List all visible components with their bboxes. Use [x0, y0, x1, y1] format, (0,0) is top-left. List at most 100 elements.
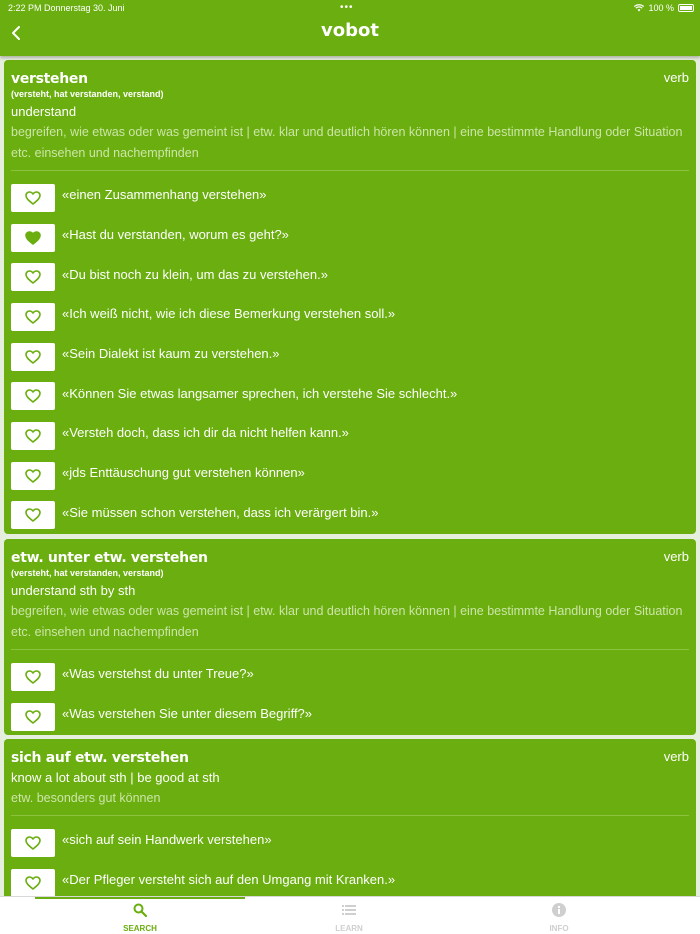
- favorite-button[interactable]: [11, 183, 55, 212]
- example-text: «Versteh doch, dass ich dir da nicht hel…: [62, 425, 349, 441]
- example-list: «einen Zusammenhang verstehen» «Hast du v…: [11, 178, 689, 535]
- tab-info[interactable]: INFO: [529, 903, 589, 933]
- entry-forms: (versteht, hat verstanden, verstand): [11, 568, 164, 578]
- entry-translation: understand: [11, 104, 77, 119]
- heart-outline-icon: [25, 508, 41, 523]
- heart-outline-icon: [25, 875, 41, 890]
- favorite-button[interactable]: [11, 421, 55, 450]
- tab-label: LEARN: [335, 924, 363, 933]
- page-title: vobot: [321, 20, 379, 41]
- multitasking-dots-icon[interactable]: •••: [340, 0, 354, 16]
- wifi-icon: [634, 4, 645, 12]
- example-row: «Was verstehen Sie unter diesem Begriff?…: [11, 697, 689, 737]
- example-list: «Was verstehst du unter Treue?» «Was vers…: [11, 657, 689, 736]
- heart-outline-icon: [25, 709, 41, 724]
- favorite-button[interactable]: [11, 702, 55, 731]
- heart-outline-icon: [25, 389, 41, 404]
- example-text: «Der Pfleger versteht sich auf den Umgan…: [62, 872, 396, 888]
- entry-card: etw. unter etw. verstehen verb (versteht…: [4, 539, 696, 735]
- favorite-button[interactable]: [11, 868, 55, 896]
- example-row: «Du bist noch zu klein, um das zu verste…: [11, 257, 689, 297]
- entry-header: verstehen verb: [11, 70, 689, 88]
- info-icon: [552, 903, 566, 917]
- favorite-button[interactable]: [11, 302, 55, 331]
- example-text: «Ich weiß nicht, wie ich diese Bemerkung…: [62, 306, 396, 322]
- favorite-button[interactable]: [11, 501, 55, 530]
- top-bar: 2:22 PM Donnerstag 30. Juni ••• 100 % vo…: [0, 0, 700, 56]
- example-row: «Hast du verstanden, worum es geht?»: [11, 218, 689, 258]
- entry-pos: verb: [663, 549, 689, 564]
- heart-outline-icon: [25, 270, 41, 285]
- heart-filled-icon: [25, 230, 41, 245]
- favorite-button[interactable]: [11, 342, 55, 371]
- status-right: 100 %: [634, 0, 694, 16]
- tab-label: SEARCH: [123, 924, 157, 933]
- heart-outline-icon: [25, 468, 41, 483]
- list-icon: [342, 905, 356, 915]
- example-list: «sich auf sein Handwerk verstehen» «Der P…: [11, 823, 689, 896]
- entry-card: verstehen verb (versteht, hat verstanden…: [4, 60, 696, 534]
- favorite-button[interactable]: [11, 662, 55, 691]
- status-date: Donnerstag 30. Juni: [44, 3, 125, 13]
- entry-header: sich auf etw. verstehen verb: [11, 749, 689, 767]
- example-row: «jds Enttäuschung gut verstehen können»: [11, 456, 689, 496]
- heart-outline-icon: [25, 191, 41, 205]
- heart-outline-icon: [25, 429, 41, 443]
- favorite-button[interactable]: [11, 828, 55, 857]
- example-row: «einen Zusammenhang verstehen»: [11, 178, 689, 218]
- status-bar: 2:22 PM Donnerstag 30. Juni ••• 100 %: [0, 0, 700, 16]
- heart-outline-icon: [25, 349, 41, 364]
- example-text: «Sein Dialekt ist kaum zu verstehen.»: [62, 346, 280, 362]
- example-row: «Der Pfleger versteht sich auf den Umgan…: [11, 863, 689, 896]
- heart-outline-icon: [25, 310, 41, 324]
- example-row: «sich auf sein Handwerk verstehen»: [11, 823, 689, 863]
- entry-card: sich auf etw. verstehen verb know a lot …: [4, 739, 696, 896]
- heart-outline-icon: [25, 836, 41, 850]
- entry-definition: begreifen, wie etwas oder was gemeint is…: [11, 604, 683, 639]
- search-icon: [133, 903, 148, 918]
- tab-learn[interactable]: LEARN: [319, 903, 379, 933]
- divider: [11, 170, 689, 171]
- example-text: «sich auf sein Handwerk verstehen»: [62, 832, 272, 848]
- tab-bar: SEARCH LEARN INFO: [0, 896, 700, 934]
- example-text: «Sie müssen schon verstehen, dass ich ve…: [62, 504, 379, 520]
- example-text: «Was verstehen Sie unter diesem Begriff?…: [62, 706, 313, 722]
- entry-pos: verb: [663, 749, 689, 764]
- example-row: «Was verstehst du unter Treue?»: [11, 657, 689, 697]
- unfavorite-button[interactable]: [11, 223, 55, 252]
- example-text: «Was verstehst du unter Treue?»: [62, 666, 254, 682]
- example-text: «Hast du verstanden, worum es geht?»: [62, 227, 289, 243]
- divider: [11, 815, 689, 816]
- entry-forms: (versteht, hat verstanden, verstand): [11, 89, 164, 99]
- entry-word: verstehen: [11, 71, 88, 87]
- divider: [11, 649, 689, 650]
- battery-icon: [678, 4, 694, 12]
- entry-word: sich auf etw. verstehen: [11, 750, 189, 766]
- favorite-button[interactable]: [11, 382, 55, 411]
- entry-translation: understand sth by sth: [11, 583, 136, 598]
- entry-header: etw. unter etw. verstehen verb: [11, 549, 689, 567]
- entry-definition: begreifen, wie etwas oder was gemeint is…: [11, 125, 683, 160]
- tab-search[interactable]: SEARCH: [110, 903, 170, 933]
- entry-translation: know a lot about sth | be good at sth: [11, 770, 220, 785]
- entry-pos: verb: [663, 70, 689, 85]
- favorite-button[interactable]: [11, 263, 55, 292]
- example-text: «Können Sie etwas langsamer sprechen, ic…: [62, 385, 458, 401]
- heart-outline-icon: [25, 670, 41, 684]
- tab-label: INFO: [549, 924, 569, 933]
- favorite-button[interactable]: [11, 461, 55, 490]
- example-row: «Versteh doch, dass ich dir da nicht hel…: [11, 416, 689, 456]
- status-time: 2:22 PM: [8, 3, 42, 13]
- battery-percent: 100 %: [648, 3, 674, 13]
- example-text: «einen Zusammenhang verstehen»: [62, 187, 267, 203]
- entry-word: etw. unter etw. verstehen: [11, 550, 208, 566]
- example-row: «Ich weiß nicht, wie ich diese Bemerkung…: [11, 297, 689, 337]
- example-row: «Sie müssen schon verstehen, dass ich ve…: [11, 496, 689, 536]
- active-tab-indicator: [35, 897, 245, 899]
- example-row: «Können Sie etwas langsamer sprechen, ic…: [11, 376, 689, 416]
- example-text: «jds Enttäuschung gut verstehen können»: [62, 465, 305, 481]
- example-row: «Sein Dialekt ist kaum zu verstehen.»: [11, 337, 689, 377]
- entry-definition: etw. besonders gut können: [11, 791, 161, 805]
- example-text: «Du bist noch zu klein, um das zu verste…: [62, 266, 328, 282]
- entry-list[interactable]: verstehen verb (versteht, hat verstanden…: [0, 58, 700, 896]
